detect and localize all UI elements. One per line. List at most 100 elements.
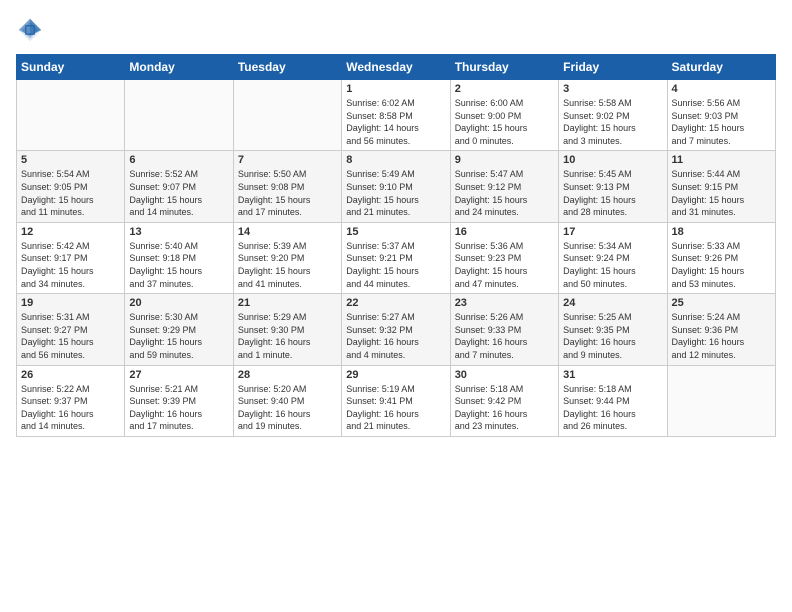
empty-cell xyxy=(125,80,233,151)
day-info: Sunrise: 5:49 AM Sunset: 9:10 PM Dayligh… xyxy=(346,168,445,218)
day-cell-21: 21Sunrise: 5:29 AM Sunset: 9:30 PM Dayli… xyxy=(233,294,341,365)
day-info: Sunrise: 5:42 AM Sunset: 9:17 PM Dayligh… xyxy=(21,240,120,290)
calendar-week-1: 1 Sunrise: 6:02 AM Sunset: 8:58 PM Daylig… xyxy=(17,80,776,151)
day-cell-10: 10 Sunrise: 5:45 AM Sunset: 9:13 PM Dayli… xyxy=(559,151,667,222)
day-info: Sunrise: 5:44 AM Sunset: 9:15 PM Dayligh… xyxy=(672,168,771,218)
page-header xyxy=(16,16,776,44)
day-number: 25 xyxy=(672,297,771,309)
day-info: Sunrise: 5:45 AM Sunset: 9:13 PM Dayligh… xyxy=(563,168,662,218)
day-cell-2: 2Sunrise: 6:00 AM Sunset: 9:00 PM Daylig… xyxy=(450,80,558,151)
day-number: 12 xyxy=(21,226,120,238)
day-number: 1 xyxy=(346,83,445,95)
day-cell-14: 14Sunrise: 5:39 AM Sunset: 9:20 PM Dayli… xyxy=(233,222,341,293)
day-info: Sunrise: 6:02 AM Sunset: 8:58 PM Dayligh… xyxy=(346,97,445,147)
day-info: Sunrise: 5:36 AM Sunset: 9:23 PM Dayligh… xyxy=(455,240,554,290)
day-info: Sunrise: 5:50 AM Sunset: 9:08 PM Dayligh… xyxy=(238,168,337,218)
day-cell-7: 7 Sunrise: 5:50 AM Sunset: 9:08 PM Daylig… xyxy=(233,151,341,222)
day-cell-19: 19 Sunrise: 5:31 AM Sunset: 9:27 PM Dayli… xyxy=(17,294,125,365)
day-cell-5: 5 Sunrise: 5:54 AM Sunset: 9:05 PM Daylig… xyxy=(17,151,125,222)
day-number: 6 xyxy=(129,154,228,166)
day-number: 4 xyxy=(672,83,771,95)
day-number: 30 xyxy=(455,369,554,381)
day-number: 27 xyxy=(129,369,228,381)
day-number: 21 xyxy=(238,297,337,309)
day-cell-15: 15 Sunrise: 5:37 AM Sunset: 9:21 PM Dayli… xyxy=(342,222,450,293)
day-number: 22 xyxy=(346,297,445,309)
day-number: 15 xyxy=(346,226,445,238)
day-info: Sunrise: 5:34 AM Sunset: 9:24 PM Dayligh… xyxy=(563,240,662,290)
day-cell-8: 8 Sunrise: 5:49 AM Sunset: 9:10 PM Daylig… xyxy=(342,151,450,222)
day-cell-24: 24Sunrise: 5:25 AM Sunset: 9:35 PM Dayli… xyxy=(559,294,667,365)
calendar-header: SundayMondayTuesdayWednesdayThursdayFrid… xyxy=(17,55,776,80)
header-cell-sunday: Sunday xyxy=(17,55,125,80)
header-cell-saturday: Saturday xyxy=(667,55,775,80)
day-number: 10 xyxy=(563,154,662,166)
day-info: Sunrise: 5:18 AM Sunset: 9:42 PM Dayligh… xyxy=(455,383,554,433)
header-cell-monday: Monday xyxy=(125,55,233,80)
day-number: 28 xyxy=(238,369,337,381)
day-info: Sunrise: 5:26 AM Sunset: 9:33 PM Dayligh… xyxy=(455,311,554,361)
day-info: Sunrise: 5:20 AM Sunset: 9:40 PM Dayligh… xyxy=(238,383,337,433)
calendar-week-2: 5 Sunrise: 5:54 AM Sunset: 9:05 PM Daylig… xyxy=(17,151,776,222)
day-cell-29: 29Sunrise: 5:19 AM Sunset: 9:41 PM Dayli… xyxy=(342,365,450,436)
header-cell-thursday: Thursday xyxy=(450,55,558,80)
header-row: SundayMondayTuesdayWednesdayThursdayFrid… xyxy=(17,55,776,80)
day-info: Sunrise: 5:31 AM Sunset: 9:27 PM Dayligh… xyxy=(21,311,120,361)
day-number: 8 xyxy=(346,154,445,166)
day-number: 13 xyxy=(129,226,228,238)
calendar-week-3: 12 Sunrise: 5:42 AM Sunset: 9:17 PM Dayli… xyxy=(17,222,776,293)
day-cell-9: 9 Sunrise: 5:47 AM Sunset: 9:12 PM Daylig… xyxy=(450,151,558,222)
empty-cell xyxy=(17,80,125,151)
day-number: 9 xyxy=(455,154,554,166)
day-info: Sunrise: 5:56 AM Sunset: 9:03 PM Dayligh… xyxy=(672,97,771,147)
day-number: 31 xyxy=(563,369,662,381)
day-cell-31: 31 Sunrise: 5:18 AM Sunset: 9:44 PM Dayli… xyxy=(559,365,667,436)
day-info: Sunrise: 5:30 AM Sunset: 9:29 PM Dayligh… xyxy=(129,311,228,361)
day-info: Sunrise: 5:18 AM Sunset: 9:44 PM Dayligh… xyxy=(563,383,662,433)
day-number: 7 xyxy=(238,154,337,166)
day-cell-12: 12 Sunrise: 5:42 AM Sunset: 9:17 PM Dayli… xyxy=(17,222,125,293)
day-number: 20 xyxy=(129,297,228,309)
day-cell-22: 22 Sunrise: 5:27 AM Sunset: 9:32 PM Dayli… xyxy=(342,294,450,365)
day-cell-18: 18Sunrise: 5:33 AM Sunset: 9:26 PM Dayli… xyxy=(667,222,775,293)
empty-cell xyxy=(233,80,341,151)
day-cell-13: 13 Sunrise: 5:40 AM Sunset: 9:18 PM Dayli… xyxy=(125,222,233,293)
day-info: Sunrise: 5:19 AM Sunset: 9:41 PM Dayligh… xyxy=(346,383,445,433)
day-cell-3: 3Sunrise: 5:58 AM Sunset: 9:02 PM Daylig… xyxy=(559,80,667,151)
calendar-table: SundayMondayTuesdayWednesdayThursdayFrid… xyxy=(16,54,776,437)
calendar-week-5: 26 Sunrise: 5:22 AM Sunset: 9:37 PM Dayli… xyxy=(17,365,776,436)
day-info: Sunrise: 5:27 AM Sunset: 9:32 PM Dayligh… xyxy=(346,311,445,361)
day-info: Sunrise: 5:22 AM Sunset: 9:37 PM Dayligh… xyxy=(21,383,120,433)
calendar-body: 1 Sunrise: 6:02 AM Sunset: 8:58 PM Daylig… xyxy=(17,80,776,437)
day-cell-6: 6Sunrise: 5:52 AM Sunset: 9:07 PM Daylig… xyxy=(125,151,233,222)
day-number: 26 xyxy=(21,369,120,381)
day-number: 23 xyxy=(455,297,554,309)
day-info: Sunrise: 5:33 AM Sunset: 9:26 PM Dayligh… xyxy=(672,240,771,290)
day-cell-30: 30 Sunrise: 5:18 AM Sunset: 9:42 PM Dayli… xyxy=(450,365,558,436)
day-cell-16: 16 Sunrise: 5:36 AM Sunset: 9:23 PM Dayli… xyxy=(450,222,558,293)
header-cell-tuesday: Tuesday xyxy=(233,55,341,80)
day-number: 19 xyxy=(21,297,120,309)
day-info: Sunrise: 5:54 AM Sunset: 9:05 PM Dayligh… xyxy=(21,168,120,218)
day-cell-11: 11 Sunrise: 5:44 AM Sunset: 9:15 PM Dayli… xyxy=(667,151,775,222)
day-info: Sunrise: 5:37 AM Sunset: 9:21 PM Dayligh… xyxy=(346,240,445,290)
day-cell-28: 28 Sunrise: 5:20 AM Sunset: 9:40 PM Dayli… xyxy=(233,365,341,436)
day-info: Sunrise: 5:25 AM Sunset: 9:35 PM Dayligh… xyxy=(563,311,662,361)
day-number: 17 xyxy=(563,226,662,238)
day-number: 11 xyxy=(672,154,771,166)
day-info: Sunrise: 5:47 AM Sunset: 9:12 PM Dayligh… xyxy=(455,168,554,218)
day-info: Sunrise: 5:24 AM Sunset: 9:36 PM Dayligh… xyxy=(672,311,771,361)
header-cell-wednesday: Wednesday xyxy=(342,55,450,80)
empty-cell xyxy=(667,365,775,436)
logo xyxy=(16,16,48,44)
day-cell-1: 1 Sunrise: 6:02 AM Sunset: 8:58 PM Daylig… xyxy=(342,80,450,151)
day-cell-4: 4 Sunrise: 5:56 AM Sunset: 9:03 PM Daylig… xyxy=(667,80,775,151)
day-info: Sunrise: 5:39 AM Sunset: 9:20 PM Dayligh… xyxy=(238,240,337,290)
day-cell-27: 27Sunrise: 5:21 AM Sunset: 9:39 PM Dayli… xyxy=(125,365,233,436)
day-cell-23: 23 Sunrise: 5:26 AM Sunset: 9:33 PM Dayli… xyxy=(450,294,558,365)
day-info: Sunrise: 5:40 AM Sunset: 9:18 PM Dayligh… xyxy=(129,240,228,290)
day-number: 3 xyxy=(563,83,662,95)
day-number: 16 xyxy=(455,226,554,238)
day-number: 5 xyxy=(21,154,120,166)
day-cell-26: 26 Sunrise: 5:22 AM Sunset: 9:37 PM Dayli… xyxy=(17,365,125,436)
